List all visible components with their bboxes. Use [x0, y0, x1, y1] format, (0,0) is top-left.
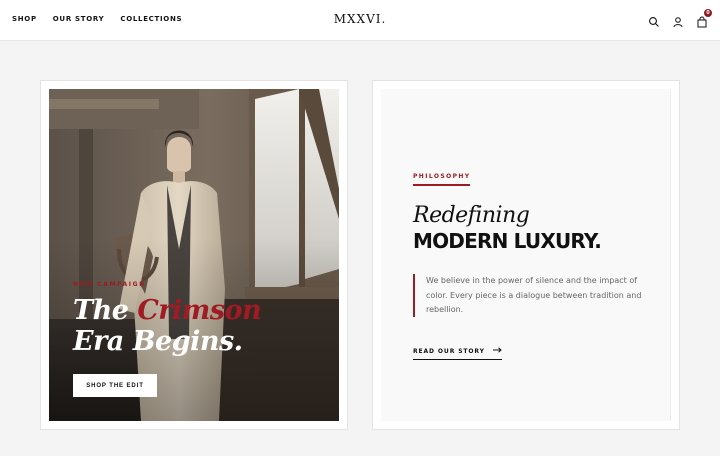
read-our-story-link[interactable]: READ OUR STORY	[413, 347, 502, 360]
campaign-title-accent: Crimson	[137, 295, 262, 326]
campaign-eyebrow: NEW CAMPAIGN	[73, 281, 146, 288]
philosophy-panel: PHILOSOPHY Redefining MODERN LUXURY. We …	[381, 89, 671, 421]
brand-logo[interactable]: MXXVI.	[0, 12, 720, 26]
philosophy-title-italic: Redefining	[413, 203, 530, 228]
philosophy-quote: We believe in the power of silence and t…	[426, 276, 642, 314]
philosophy-label: PHILOSOPHY	[413, 173, 471, 180]
quote-accent-bar	[413, 274, 415, 317]
campaign-title-line2: Era Begins.	[73, 326, 243, 357]
header-actions: 0	[648, 9, 712, 28]
arrow-right-icon	[492, 347, 502, 355]
campaign-card: NEW CAMPAIGN The Crimson Era Begins. SHO…	[40, 80, 348, 430]
site-header: SHOP OUR STORY COLLECTIONS MXXVI. 0	[0, 0, 720, 41]
read-our-story-label: READ OUR STORY	[413, 347, 485, 355]
shopping-bag-icon[interactable]: 0	[696, 9, 712, 28]
campaign-photo-illustration	[49, 89, 339, 421]
philosophy-title-bold: MODERN LUXURY.	[413, 229, 602, 253]
cart-count-badge: 0	[704, 9, 712, 17]
shop-the-edit-button[interactable]: SHOP THE EDIT	[73, 374, 157, 397]
philosophy-card: PHILOSOPHY Redefining MODERN LUXURY. We …	[372, 80, 680, 430]
campaign-title: The Crimson Era Begins.	[73, 295, 262, 357]
user-icon[interactable]	[672, 13, 684, 28]
philosophy-label-underline	[413, 184, 470, 186]
campaign-image: NEW CAMPAIGN The Crimson Era Begins. SHO…	[49, 89, 339, 421]
campaign-title-start: The	[73, 295, 138, 326]
search-icon[interactable]	[648, 13, 660, 27]
